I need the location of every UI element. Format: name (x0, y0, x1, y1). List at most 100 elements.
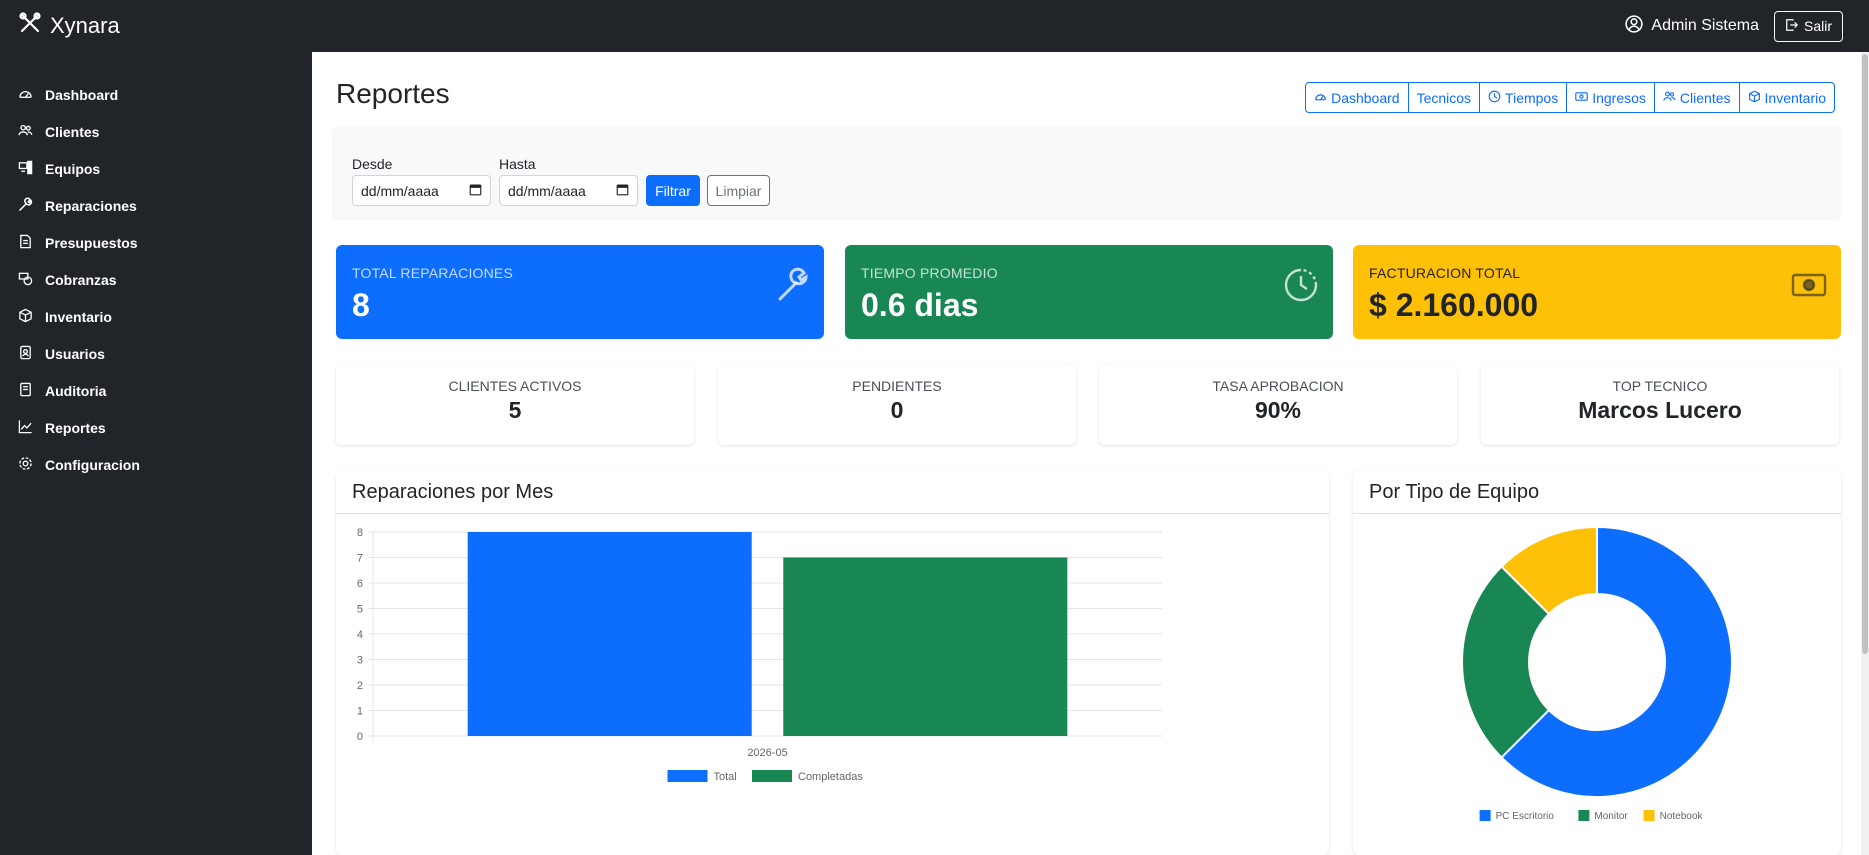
stat-pendientes: PENDIENTES 0 (718, 365, 1076, 445)
legend-label: Completadas (798, 771, 863, 783)
cash-icon (1791, 267, 1827, 303)
journal-icon (18, 382, 45, 400)
speedometer-icon (1314, 90, 1327, 106)
legend-label: Notebook (1660, 811, 1704, 822)
to-date-input[interactable]: dd/mm/aaaa (499, 175, 638, 206)
sidebar: Dashboard Clientes Equipos Reparaciones … (0, 52, 312, 855)
stat-value: 0 (890, 397, 904, 423)
graph-up-icon (18, 419, 45, 437)
kpi-facturacion-total: FACTURACION TOTAL $ 2.160.000 (1353, 245, 1841, 339)
y-tick-label: 4 (357, 629, 363, 641)
legend-swatch (1479, 810, 1491, 821)
y-tick-label: 0 (357, 731, 363, 743)
sidebar-item-presupuestos[interactable]: Presupuestos (0, 224, 312, 261)
sidebar-item-inventario[interactable]: Inventario (0, 298, 312, 335)
tab-label: Ingresos (1592, 89, 1646, 106)
y-tick-label: 8 (357, 527, 363, 539)
user-name: Admin Sistema (1651, 17, 1759, 34)
tab-label: Inventario (1764, 89, 1826, 106)
sidebar-item-cobranzas[interactable]: Cobranzas (0, 261, 312, 298)
calendar-icon (616, 183, 629, 199)
equipment-type-card: Por Tipo de Equipo PC Escritorio Monitor N… (1353, 471, 1841, 855)
bar (467, 532, 752, 736)
tab-label: Tiempos (1505, 89, 1559, 106)
legend-swatch (1643, 810, 1655, 821)
kpi-total-reparaciones: TOTAL REPARACIONES 8 (336, 245, 824, 339)
sidebar-item-label: Configuracion (45, 456, 140, 473)
tools-icon (18, 11, 42, 41)
pc-display-icon (18, 160, 45, 178)
sidebar-item-label: Presupuestos (45, 234, 138, 251)
stat-label: TOP TECNICO (1612, 378, 1708, 394)
y-tick-label: 6 (357, 578, 363, 590)
scrollbar-thumb[interactable] (1862, 54, 1868, 654)
sidebar-item-auditoria[interactable]: Auditoria (0, 372, 312, 409)
from-date-input[interactable]: dd/mm/aaaa (352, 175, 491, 206)
monthly-repairs-card: Reparaciones por Mes 0 1 2 3 4 5 6 7 8 2026-05 Tot… (336, 471, 1329, 855)
speedometer-icon (18, 86, 45, 104)
tab-ingresos[interactable]: Ingresos (1566, 82, 1655, 113)
file-text-icon (18, 234, 45, 252)
sidebar-item-equipos[interactable]: Equipos (0, 150, 312, 187)
cash-coin-icon (18, 271, 45, 289)
box-icon (18, 308, 45, 326)
stat-value: 90% (1254, 397, 1302, 423)
people-icon (1663, 90, 1676, 106)
gear-icon (18, 456, 45, 474)
tab-label: Tecnicos (1416, 89, 1472, 106)
stat-label: CLIENTES ACTIVOS (448, 378, 582, 394)
person-circle-icon (1625, 14, 1644, 38)
tab-tecnicos[interactable]: Tecnicos (1407, 82, 1481, 113)
sidebar-item-configuracion[interactable]: Configuracion (0, 446, 312, 483)
date-filter-panel: Desde dd/mm/aaaa Hasta dd/mm/aaaa Filtra… (332, 126, 1842, 220)
kpi-value: 8 (352, 287, 370, 323)
kpi-tiempo-promedio: TIEMPO PROMEDIO 0.6 dias (845, 245, 1333, 339)
tab-inventario[interactable]: Inventario (1738, 82, 1835, 113)
legend-label: PC Escritorio (1496, 811, 1555, 822)
equipment-type-chart: PC Escritorio Monitor Notebook (1461, 525, 1734, 822)
from-date-placeholder: dd/mm/aaaa (361, 182, 439, 199)
clear-button[interactable]: Limpiar (707, 175, 770, 206)
kpi-value: 0.6 dias (861, 287, 979, 323)
y-tick-label: 1 (357, 706, 363, 718)
monthly-repairs-chart: 0 1 2 3 4 5 6 7 8 2026-05 Total Completadas (357, 527, 1162, 783)
logout-label: Salir (1803, 18, 1832, 34)
sidebar-item-label: Auditoria (45, 382, 107, 399)
user-menu[interactable]: Admin Sistema (1625, 14, 1759, 38)
report-tabs: Dashboard Tecnicos Tiempos Ingresos Clie… (1305, 82, 1835, 113)
y-tick-label: 2 (357, 680, 363, 692)
brand[interactable]: Xynara (18, 11, 120, 41)
calendar-icon (469, 183, 482, 199)
tab-label: Clientes (1679, 89, 1731, 106)
tab-tiempos[interactable]: Tiempos (1479, 82, 1568, 113)
stat-value: Marcos Lucero (1578, 397, 1742, 423)
sidebar-item-reparaciones[interactable]: Reparaciones (0, 187, 312, 224)
logout-button[interactable]: Salir (1773, 10, 1843, 42)
sidebar-item-label: Dashboard (45, 86, 119, 103)
stat-label: TASA APROBACION (1212, 378, 1344, 394)
box-arrow-right-icon (1785, 18, 1799, 35)
from-label: Desde (352, 156, 393, 172)
tab-dashboard[interactable]: Dashboard (1305, 82, 1409, 113)
sidebar-item-usuarios[interactable]: Usuarios (0, 335, 312, 372)
people-icon (18, 123, 45, 141)
legend-swatch (1578, 810, 1590, 821)
tab-label: Dashboard (1331, 89, 1400, 106)
filter-button[interactable]: Filtrar (646, 175, 700, 206)
to-date-placeholder: dd/mm/aaaa (508, 182, 586, 199)
sidebar-item-label: Inventario (45, 308, 112, 325)
main-content: Reportes Dashboard Tecnicos Tiempos Ingr… (312, 52, 1861, 855)
bar (783, 557, 1068, 736)
y-tick-label: 5 (357, 604, 363, 616)
kpi-label: TIEMPO PROMEDIO (861, 265, 998, 281)
card-title: Por Tipo de Equipo (1353, 471, 1841, 514)
tab-clientes[interactable]: Clientes (1653, 82, 1740, 113)
sidebar-item-reportes[interactable]: Reportes (0, 409, 312, 446)
top-navbar: Xynara Admin Sistema Salir (0, 0, 1869, 52)
sidebar-item-dashboard[interactable]: Dashboard (0, 76, 312, 113)
sidebar-item-label: Usuarios (45, 345, 105, 362)
y-tick-label: 3 (357, 655, 363, 667)
sidebar-item-clientes[interactable]: Clientes (0, 113, 312, 150)
sidebar-item-label: Cobranzas (45, 271, 117, 288)
clock-history-icon (1283, 267, 1319, 303)
